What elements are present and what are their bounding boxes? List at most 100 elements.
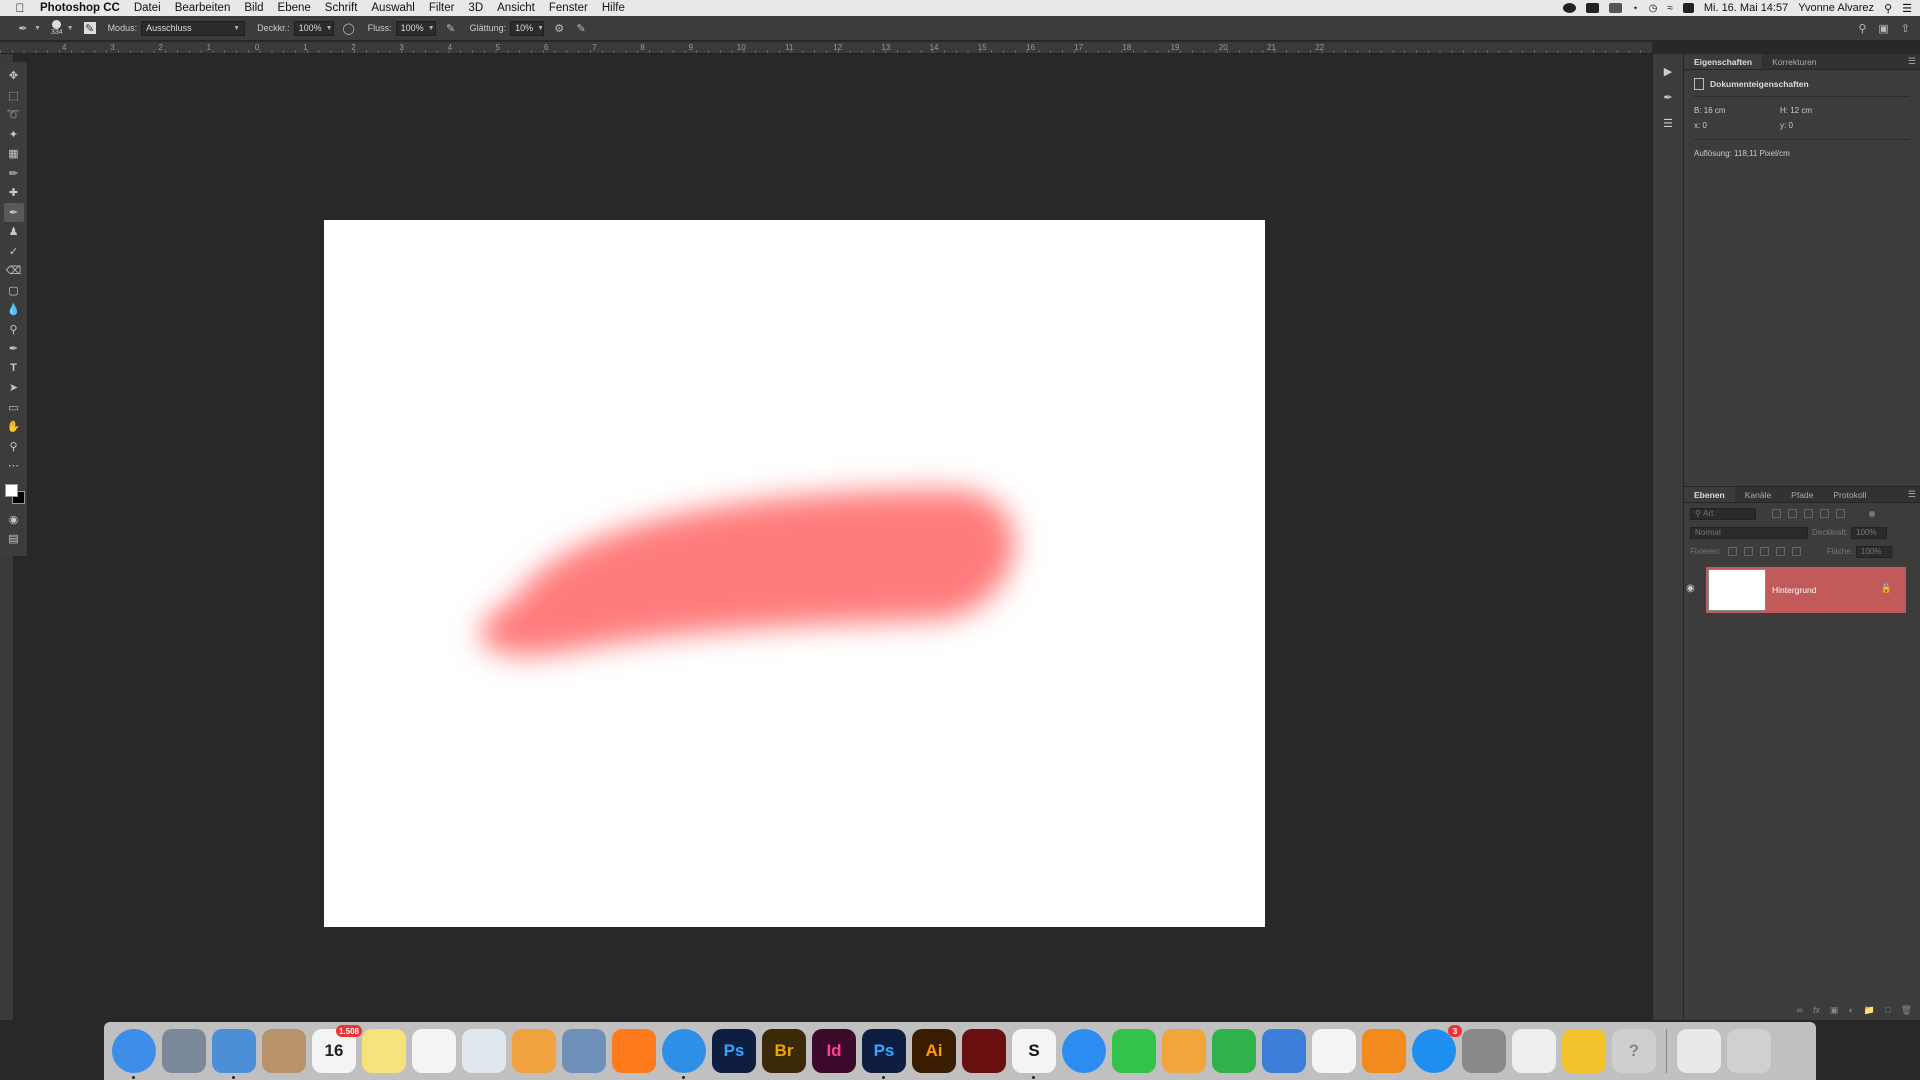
dock-accessibility-app-icon[interactable] — [1512, 1029, 1556, 1073]
share-icon[interactable]: ⇧ — [1901, 22, 1910, 35]
opacity-input[interactable]: 100% ▼ — [293, 20, 334, 36]
tab-protokoll[interactable]: Protokoll — [1823, 487, 1876, 502]
filter-adjustment-icon[interactable] — [1788, 509, 1797, 518]
dock-calendar-icon[interactable]: 16 1.508 — [312, 1025, 362, 1073]
brush-panel-toggle-icon[interactable]: ✎ — [83, 22, 96, 35]
dock-system-preferences-icon[interactable] — [1462, 1029, 1506, 1073]
lock-image-icon[interactable] — [1743, 547, 1753, 556]
dodge-tool-icon[interactable]: ⚲ — [4, 320, 24, 340]
delete-layer-icon[interactable]: 🗑 — [1901, 1005, 1912, 1016]
brush-size-picker[interactable]: 334 — [51, 19, 63, 37]
width-value[interactable]: B: 16 cm — [1694, 106, 1780, 115]
menu-bild[interactable]: Bild — [244, 2, 263, 14]
airplay-icon[interactable] — [1609, 3, 1623, 13]
fill-input[interactable]: 100% — [1855, 545, 1892, 558]
dock-cyberduck-icon[interactable] — [1562, 1029, 1606, 1073]
screen-mode-icon[interactable]: ▤ — [4, 529, 24, 549]
dock-messages-icon[interactable] — [1062, 1029, 1106, 1073]
new-layer-icon[interactable]: □ — [1885, 1005, 1890, 1016]
eraser-tool-icon[interactable]: ⌫ — [4, 261, 24, 281]
filter-type-icon[interactable] — [1804, 509, 1813, 518]
dock-photoshop-icon[interactable]: Ps — [712, 1029, 756, 1073]
layer-opacity-input[interactable]: 100% — [1851, 526, 1888, 539]
gear-icon[interactable]: ⚙ — [552, 21, 566, 35]
panel-menu-icon[interactable]: ☰ — [1908, 56, 1916, 67]
flow-input[interactable]: 100% ▼ — [395, 20, 436, 36]
ruler-horizontal[interactable]: 4 3 2 1 0 1 2 3 4 5 6 7 8 9 10 11 12 13 14 15 16 17 18 19 20 21 22 — [0, 42, 1652, 54]
filter-pixel-icon[interactable] — [1772, 509, 1781, 518]
y-value[interactable]: y: 0 — [1780, 121, 1793, 130]
healing-brush-tool-icon[interactable]: ✚ — [4, 183, 24, 203]
menubar-clock[interactable]: Mi. 16. Mai 14:57 — [1704, 2, 1788, 14]
dock-itunes-icon[interactable] — [1312, 1029, 1356, 1073]
dock-illustrator-icon[interactable]: Ai — [912, 1029, 956, 1073]
dock-app-store-icon[interactable]: 3 — [1412, 1025, 1462, 1073]
display-icon[interactable] — [1586, 3, 1600, 13]
lock-all-icon[interactable] — [1791, 547, 1801, 556]
layer-style-icon[interactable]: fx — [1813, 1005, 1820, 1016]
eye-icon[interactable]: ◉ — [1686, 583, 1695, 594]
menu-ebene[interactable]: Ebene — [278, 2, 311, 14]
dock-photos-icon[interactable] — [512, 1029, 556, 1073]
quick-mask-icon[interactable]: ◉ — [4, 510, 24, 530]
dock-sketch-like-app-icon[interactable]: S — [1012, 1029, 1056, 1079]
dock-photoshop-running-icon[interactable]: Ps — [862, 1029, 906, 1079]
link-layers-icon[interactable]: ∞ — [1797, 1005, 1803, 1016]
notification-center-icon[interactable]: ☰ — [1902, 2, 1912, 15]
add-mask-icon[interactable]: ▣ — [1830, 1005, 1839, 1016]
filter-toggle-icon[interactable] — [1869, 510, 1875, 517]
bluetooth-icon[interactable]: ⋆ — [1632, 3, 1638, 14]
smoothing-input[interactable]: 10% ▼ — [510, 20, 545, 36]
tab-korrekturen[interactable]: Korrekturen — [1762, 54, 1826, 69]
pressure-opacity-icon[interactable]: ◯ — [342, 21, 356, 35]
move-tool-icon[interactable]: ✥ — [4, 66, 24, 86]
layer-row-hintergrund[interactable]: ◉ Hintergrund 🔒 — [1686, 567, 1906, 613]
dock-reminders-icon[interactable] — [412, 1029, 456, 1073]
layer-filter-select[interactable]: ⚲ Art — [1690, 507, 1756, 520]
wifi-icon[interactable]: ≈ — [1667, 3, 1673, 14]
filter-shape-icon[interactable] — [1820, 509, 1829, 518]
lock-transparent-icon[interactable] — [1727, 547, 1737, 556]
blur-tool-icon[interactable]: 💧 — [4, 300, 24, 320]
new-group-icon[interactable]: 📁 — [1864, 1005, 1875, 1016]
menu-3d[interactable]: 3D — [468, 2, 483, 14]
dock-image-capture-icon[interactable] — [562, 1029, 606, 1073]
dock-pages-icon[interactable] — [1162, 1029, 1206, 1073]
mode-select[interactable]: Ausschluss ▼ — [141, 20, 246, 36]
height-value[interactable]: H: 12 cm — [1780, 106, 1812, 115]
dock-numbers-icon[interactable] — [1212, 1029, 1256, 1073]
apple-menu-icon[interactable]:  — [0, 1, 40, 15]
dock-launchpad-icon[interactable] — [162, 1029, 206, 1073]
zoom-tool-icon[interactable]: ⚲ — [4, 437, 24, 457]
menu-ansicht[interactable]: Ansicht — [497, 2, 535, 14]
adjustment-layer-icon[interactable]: ◐ — [1848, 1005, 1853, 1016]
input-source-icon[interactable] — [1682, 3, 1694, 13]
panel-menu-icon[interactable]: ☰ — [1908, 489, 1916, 500]
foreground-color-swatch[interactable] — [4, 483, 18, 497]
blend-mode-select[interactable]: Normal — [1690, 526, 1808, 539]
menu-auswahl[interactable]: Auswahl — [371, 2, 414, 14]
adjustments-icon[interactable]: ☰ — [1658, 114, 1678, 132]
dock-trash-icon[interactable] — [1727, 1029, 1771, 1073]
magic-wand-tool-icon[interactable]: ✦ — [4, 125, 24, 145]
history-brush-tool-icon[interactable]: ✓ — [4, 242, 24, 262]
dock-documents-stack-icon[interactable] — [1677, 1029, 1721, 1073]
gradient-tool-icon[interactable]: ▢ — [4, 281, 24, 301]
menu-bearbeiten[interactable]: Bearbeiten — [175, 2, 231, 14]
dock-help-icon[interactable]: ? — [1612, 1029, 1656, 1073]
menu-datei[interactable]: Datei — [134, 2, 161, 14]
dock-mail-app-icon[interactable] — [212, 1029, 256, 1079]
type-tool-icon[interactable]: T — [4, 359, 24, 379]
menu-filter[interactable]: Filter — [429, 2, 455, 14]
play-icon[interactable]: ▶ — [1658, 62, 1678, 80]
search-icon[interactable]: ⚲ — [1858, 22, 1866, 35]
chevron-down-icon[interactable]: ▼ — [34, 25, 41, 32]
dock-ibooks-icon[interactable] — [1362, 1029, 1406, 1073]
menu-hilfe[interactable]: Hilfe — [602, 2, 625, 14]
clone-stamp-tool-icon[interactable]: ♟ — [4, 222, 24, 242]
menu-schrift[interactable]: Schrift — [325, 2, 358, 14]
dock-finder-icon[interactable] — [112, 1029, 156, 1079]
menubar-user[interactable]: Yvonne Alvarez — [1798, 2, 1874, 14]
filter-smart-object-icon[interactable] — [1836, 509, 1845, 518]
dock-preview-icon[interactable] — [462, 1029, 506, 1073]
